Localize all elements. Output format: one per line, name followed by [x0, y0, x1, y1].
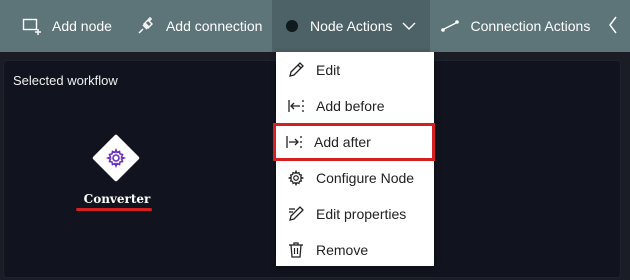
menu-item-label: Remove — [316, 242, 369, 258]
node-actions-label: Node Actions — [309, 18, 393, 34]
add-before-icon — [286, 96, 306, 116]
dot-icon — [284, 16, 300, 36]
connection-icon — [440, 16, 460, 36]
workflow-node[interactable] — [91, 133, 141, 183]
chevron-left-icon[interactable] — [608, 16, 618, 37]
menu-item-label: Add before — [316, 98, 385, 114]
add-node-icon — [22, 16, 42, 36]
connection-actions-label: Connection Actions — [470, 18, 591, 34]
node-actions-button[interactable]: Node Actions — [272, 0, 431, 52]
connection-actions-button[interactable]: Connection Actions — [430, 0, 600, 52]
chevron-down-icon — [402, 21, 416, 31]
menu-item-add-after[interactable]: Add after — [273, 123, 435, 161]
menu-item-edit-properties[interactable]: Edit properties — [276, 196, 434, 232]
pencil-icon — [286, 60, 306, 80]
node-actions-menu: Edit Add before Add after Configure Node… — [273, 52, 435, 268]
toolbar: Add node Add connection Node Actions Con… — [0, 0, 630, 52]
add-connection-label: Add connection — [165, 18, 263, 34]
add-node-button[interactable]: Add node — [0, 0, 122, 52]
menu-item-label: Edit properties — [316, 206, 407, 222]
gear-icon — [286, 168, 306, 188]
edit-properties-icon — [286, 204, 306, 224]
add-connection-icon — [136, 16, 156, 36]
menu-item-add-before[interactable]: Add before — [276, 88, 434, 124]
menu-item-edit[interactable]: Edit — [276, 52, 434, 88]
workflow-editor: Add node Add connection Node Actions Con… — [0, 0, 630, 280]
menu-item-label: Add after — [314, 134, 371, 150]
menu-item-configure-node[interactable]: Configure Node — [276, 160, 434, 196]
annotation-underline — [76, 208, 152, 211]
add-after-icon — [284, 132, 304, 152]
trash-icon — [286, 240, 306, 260]
node-label[interactable]: Converter — [74, 192, 160, 206]
menu-item-label: Configure Node — [316, 170, 415, 186]
menu-item-remove[interactable]: Remove — [276, 232, 434, 268]
add-node-label: Add node — [52, 18, 112, 34]
menu-item-label: Edit — [316, 62, 341, 78]
gear-icon — [105, 147, 127, 169]
add-connection-button[interactable]: Add connection — [122, 0, 273, 52]
panel-title: Selected workflow — [13, 73, 118, 88]
